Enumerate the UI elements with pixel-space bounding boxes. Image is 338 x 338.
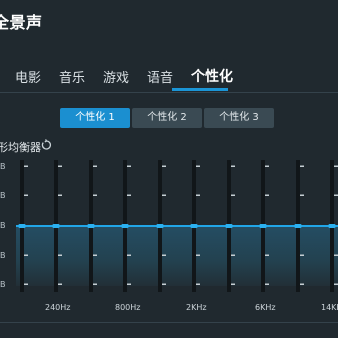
eq-slider-handle[interactable] (259, 224, 267, 228)
db-label: B (0, 191, 6, 200)
freq-label: 2KHz (186, 303, 207, 312)
eq-slider-handle[interactable] (328, 224, 336, 228)
db-label: B (0, 221, 6, 230)
db-label: B (0, 251, 6, 260)
equalizer-handles (18, 224, 336, 228)
freq-label: 240Hz (45, 303, 71, 312)
freq-label: 6KHz (255, 303, 276, 312)
eq-slider-handle[interactable] (52, 224, 60, 228)
eq-slider-handle[interactable] (156, 224, 164, 228)
eq-slider-handle[interactable] (190, 224, 198, 228)
eq-slider-handle[interactable] (18, 224, 26, 228)
eq-slider-handle[interactable] (87, 224, 95, 228)
db-label: B (0, 280, 6, 289)
eq-slider-handle[interactable] (225, 224, 233, 228)
eq-slider-handle[interactable] (294, 224, 302, 228)
bottom-divider (0, 322, 338, 323)
freq-label: 14KHz (321, 303, 338, 312)
freq-label: 800Hz (115, 303, 141, 312)
eq-slider-handle[interactable] (121, 224, 129, 228)
db-label: B (0, 162, 6, 171)
